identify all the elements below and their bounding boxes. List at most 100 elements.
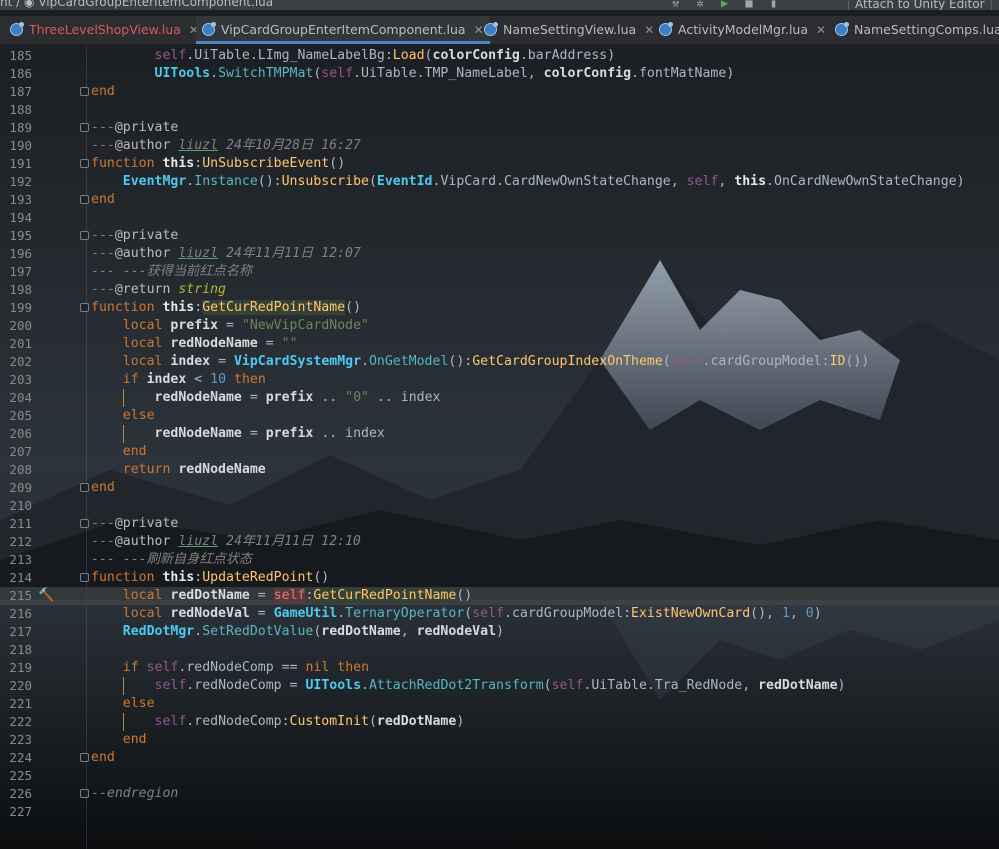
line-number: 218	[9, 642, 32, 657]
code-line-196[interactable]: 196 ---@author liuzl 24年11月11日 12:07	[0, 245, 999, 263]
code-line-194[interactable]: 194	[0, 209, 999, 227]
code-line-186[interactable]: 186 UITools.SwitchTMPMat(self.UiTable.TM…	[0, 65, 999, 83]
code-line-219[interactable]: 219 if self.redNodeComp == nil then	[0, 659, 999, 677]
code-line-202[interactable]: 202 local index = VipCardSystemMgr.OnGet…	[0, 353, 999, 371]
line-number: 186	[9, 66, 32, 81]
code-line-189[interactable]: 189 ---@private	[0, 119, 999, 137]
intention-action-icon[interactable]: 🔨	[38, 587, 54, 605]
code-text: UITools.SwitchTMPMat(self.UiTable.TMP_Na…	[154, 66, 735, 81]
line-number: 199	[9, 300, 32, 315]
close-icon[interactable]: ✕	[474, 23, 484, 37]
tab-namesettingcomps[interactable]: NameSettingComps.lua	[835, 16, 999, 44]
run-icon[interactable]: ▶	[721, 0, 728, 10]
code-text: end	[91, 192, 115, 207]
code-line-214[interactable]: 214 function this:UpdateRedPoint()	[0, 569, 999, 587]
lua-file-icon	[202, 22, 216, 36]
code-line-210[interactable]: 210	[0, 497, 999, 515]
fold-marker-icon[interactable]	[80, 195, 89, 204]
tab-threelevelshopview[interactable]: ThreeLevelShopView.lua ✕	[10, 16, 199, 44]
tab-vipcardgroupenteritemcomponent[interactable]: VipCardGroupEnterItemComponent.lua ✕	[196, 16, 490, 44]
code-line-188[interactable]: 188	[0, 101, 999, 119]
code-line-211[interactable]: 211 ---@private	[0, 515, 999, 533]
breadcrumb-prefix: nt /	[0, 0, 21, 9]
debug-icon[interactable]: ✲	[696, 0, 703, 10]
fold-marker-icon[interactable]	[80, 159, 89, 168]
code-line-207[interactable]: 207 end	[0, 443, 999, 461]
code-line-198[interactable]: 198 ---@return string	[0, 281, 999, 299]
code-line-224[interactable]: 224 end	[0, 749, 999, 767]
code-text: ---@author liuzl 24年10月28日 16:27	[91, 138, 361, 153]
code-line-191[interactable]: 191 function this:UnSubscribeEvent()	[0, 155, 999, 173]
code-line-215[interactable]: 215 🔨 local redDotName = self:GetCurRedPo…	[0, 587, 999, 605]
code-line-193[interactable]: 193 end	[0, 191, 999, 209]
code-text: end	[91, 84, 115, 99]
stop-icon[interactable]: ■	[745, 0, 752, 10]
code-line-192[interactable]: 192 EventMgr.Instance():Unsubscribe(Even…	[0, 173, 999, 191]
fold-marker-icon[interactable]	[80, 483, 89, 492]
line-number: 197	[9, 264, 32, 279]
fold-marker-icon[interactable]	[80, 789, 89, 798]
code-line-206[interactable]: 206 redNodeName = prefix .. index	[0, 425, 999, 443]
code-line-209[interactable]: 209 end	[0, 479, 999, 497]
line-number: 221	[9, 696, 32, 711]
code-line-197[interactable]: 197 --- ---获得当前红点名称	[0, 263, 999, 281]
step-icon[interactable]: ▮	[770, 0, 777, 10]
code-line-217[interactable]: 217 RedDotMgr.SetRedDotValue(redDotName,…	[0, 623, 999, 641]
hammer-icon[interactable]: ⚒	[672, 0, 679, 10]
code-line-213[interactable]: 213 --- ---刷新自身红点状态	[0, 551, 999, 569]
code-text: end	[122, 732, 147, 747]
tab-namesettingview[interactable]: NameSettingView.lua ✕	[484, 16, 654, 44]
code-line-199[interactable]: 199 function this:GetCurRedPointName()	[0, 299, 999, 317]
code-text: local redNodeName = ""	[122, 336, 298, 351]
line-number: 187	[9, 84, 32, 99]
fold-marker-icon[interactable]	[80, 573, 89, 582]
code-line-223[interactable]: 223 end	[0, 731, 999, 749]
code-line-205[interactable]: 205 else	[0, 407, 999, 425]
line-number: 217	[9, 624, 32, 639]
fold-marker-icon[interactable]	[80, 231, 89, 240]
line-number: 220	[9, 678, 32, 693]
code-line-216[interactable]: 216 local redNodeVal = GameUtil.TernaryO…	[0, 605, 999, 623]
fold-marker-icon[interactable]	[80, 87, 89, 96]
code-line-201[interactable]: 201 local redNodeName = ""	[0, 335, 999, 353]
code-line-227[interactable]: 227	[0, 803, 999, 821]
code-text: self.UiTable.LImg_NameLabelBg:Load(color…	[154, 48, 616, 63]
tab-label: ThreeLevelShopView.lua	[29, 22, 181, 37]
tab-label: NameSettingView.lua	[503, 22, 637, 37]
fold-marker-icon[interactable]	[80, 123, 89, 132]
fold-marker-icon[interactable]	[80, 519, 89, 528]
code-line-187[interactable]: 187 end	[0, 83, 999, 101]
line-number: 200	[9, 318, 32, 333]
breadcrumb: nt / ◉ VipCardGroupEnterItemComponent.lu…	[0, 0, 273, 9]
window-title-bar: nt / ◉ VipCardGroupEnterItemComponent.lu…	[0, 0, 999, 10]
close-icon[interactable]: ✕	[816, 23, 826, 37]
code-line-218[interactable]: 218	[0, 641, 999, 659]
code-text: ---@author liuzl 24年11月11日 12:10	[91, 534, 361, 549]
code-text: ---@private	[91, 120, 179, 135]
line-number: 196	[9, 246, 32, 261]
code-text: else	[122, 696, 155, 711]
code-line-200[interactable]: 200 local prefix = "NewVipCardNode"	[0, 317, 999, 335]
code-line-203[interactable]: 203 if index < 10 then	[0, 371, 999, 389]
code-line-185[interactable]: 185 self.UiTable.LImg_NameLabelBg:Load(c…	[0, 47, 999, 65]
code-editor[interactable]: 185 self.UiTable.LImg_NameLabelBg:Load(c…	[0, 45, 999, 849]
code-line-222[interactable]: 222 self.redNodeComp:CustomInit(redDotNa…	[0, 713, 999, 731]
tab-activitymodelmgr[interactable]: ActivityModelMgr.lua ✕	[659, 16, 826, 44]
code-line-190[interactable]: 190 ---@author liuzl 24年10月28日 16:27	[0, 137, 999, 155]
line-number: 214	[9, 570, 32, 585]
lua-file-icon	[10, 22, 24, 36]
code-line-220[interactable]: 220 self.redNodeComp = UITools.AttachRed…	[0, 677, 999, 695]
code-line-226[interactable]: 226 --endregion	[0, 785, 999, 803]
fold-marker-icon[interactable]	[80, 753, 89, 762]
code-line-221[interactable]: 221 else	[0, 695, 999, 713]
code-line-225[interactable]: 225	[0, 767, 999, 785]
code-line-212[interactable]: 212 ---@author liuzl 24年11月11日 12:10	[0, 533, 999, 551]
code-line-208[interactable]: 208 return redNodeName	[0, 461, 999, 479]
attach-to-unity-button[interactable]: Attach to Unity Editor	[848, 0, 992, 10]
close-icon[interactable]: ✕	[644, 23, 654, 37]
breadcrumb-file[interactable]: VipCardGroupEnterItemComponent.lua	[38, 0, 273, 9]
line-number: 188	[9, 102, 32, 117]
code-line-195[interactable]: 195 ---@private	[0, 227, 999, 245]
code-line-204[interactable]: 204 redNodeName = prefix .. "0" .. index	[0, 389, 999, 407]
fold-marker-icon[interactable]	[80, 303, 89, 312]
